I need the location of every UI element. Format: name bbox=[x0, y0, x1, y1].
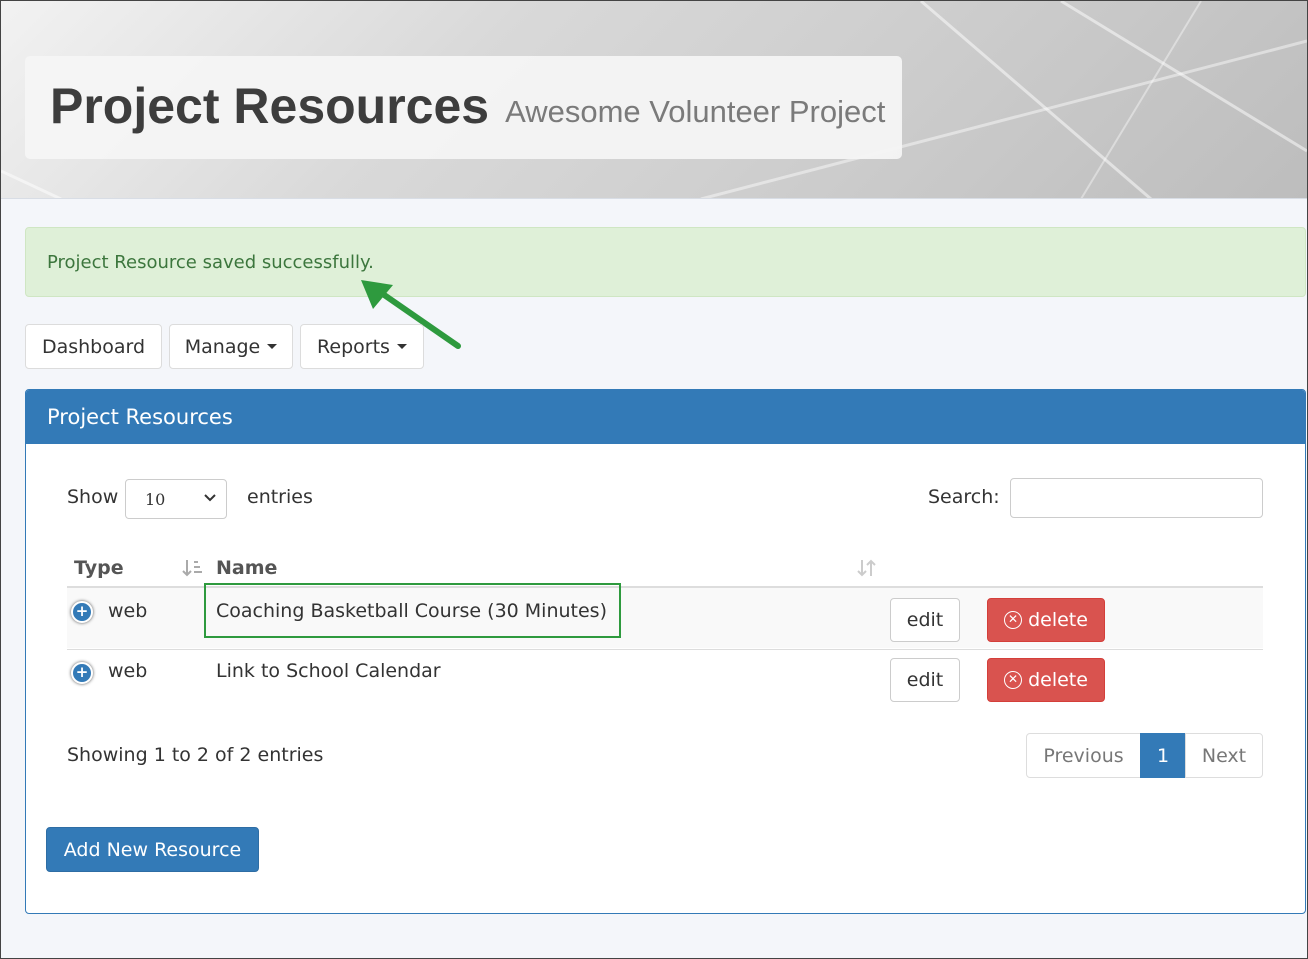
entries-label: entries bbox=[247, 486, 313, 508]
add-new-resource-label: Add New Resource bbox=[63, 838, 242, 861]
current-page-label: 1 bbox=[1156, 744, 1170, 767]
search-input[interactable] bbox=[1010, 478, 1263, 518]
edit-label: edit bbox=[906, 609, 944, 631]
edit-label: edit bbox=[906, 669, 944, 691]
page-title-box: Project Resources Awesome Volunteer Proj… bbox=[25, 56, 902, 159]
success-alert: Project Resource saved successfully. bbox=[25, 227, 1306, 297]
pagination-next[interactable]: Next bbox=[1185, 733, 1263, 778]
delete-button[interactable]: ✕ delete bbox=[987, 658, 1105, 702]
remove-circle-icon: ✕ bbox=[1004, 611, 1023, 629]
header-banner: Project Resources Awesome Volunteer Proj… bbox=[1, 1, 1307, 199]
highlight-annotation bbox=[204, 583, 621, 638]
page-size-value: 10 bbox=[145, 489, 166, 509]
search-label: Search: bbox=[928, 486, 1000, 508]
edit-button[interactable]: edit bbox=[890, 658, 960, 702]
dashboard-button[interactable]: Dashboard bbox=[25, 324, 162, 369]
resource-name: Link to School Calendar bbox=[216, 660, 441, 682]
edit-button[interactable]: edit bbox=[890, 598, 960, 642]
resource-type: web bbox=[108, 600, 148, 622]
sort-both-icon[interactable] bbox=[856, 558, 878, 578]
resource-type: web bbox=[108, 660, 148, 682]
column-header-type[interactable]: Type bbox=[74, 557, 124, 579]
reports-dropdown[interactable]: Reports bbox=[300, 324, 424, 369]
page-size-select[interactable]: 10 bbox=[125, 479, 227, 519]
resources-panel: Project Resources Show 10 entries Search… bbox=[25, 389, 1306, 914]
manage-dropdown[interactable]: Manage bbox=[169, 324, 293, 369]
add-new-resource-button[interactable]: Add New Resource bbox=[46, 827, 259, 872]
delete-label: delete bbox=[1028, 669, 1088, 691]
chevron-down-icon bbox=[204, 494, 216, 502]
caret-down-icon bbox=[267, 344, 278, 349]
pagination-page-1[interactable]: 1 bbox=[1140, 733, 1186, 778]
panel-title: Project Resources bbox=[47, 405, 233, 429]
pagination-previous[interactable]: Previous bbox=[1026, 733, 1141, 778]
dashboard-label: Dashboard bbox=[41, 335, 146, 358]
delete-button[interactable]: ✕ delete bbox=[987, 598, 1105, 642]
remove-circle-icon: ✕ bbox=[1004, 671, 1023, 689]
expand-row-icon[interactable]: + bbox=[71, 662, 93, 684]
column-header-name[interactable]: Name bbox=[216, 557, 277, 579]
success-message: Project Resource saved successfully. bbox=[47, 251, 374, 273]
previous-label: Previous bbox=[1043, 744, 1124, 767]
delete-label: delete bbox=[1028, 609, 1088, 631]
expand-row-icon[interactable]: + bbox=[71, 601, 93, 623]
caret-down-icon bbox=[396, 344, 407, 349]
page-title: Project Resources bbox=[50, 77, 490, 134]
panel-heading: Project Resources bbox=[26, 390, 1305, 444]
sort-asc-icon[interactable] bbox=[182, 558, 204, 578]
next-label: Next bbox=[1201, 744, 1247, 767]
page-subtitle: Awesome Volunteer Project bbox=[505, 93, 886, 129]
table-info: Showing 1 to 2 of 2 entries bbox=[67, 744, 324, 766]
reports-label: Reports bbox=[317, 335, 390, 358]
manage-label: Manage bbox=[184, 335, 261, 358]
show-label: Show bbox=[67, 486, 119, 508]
